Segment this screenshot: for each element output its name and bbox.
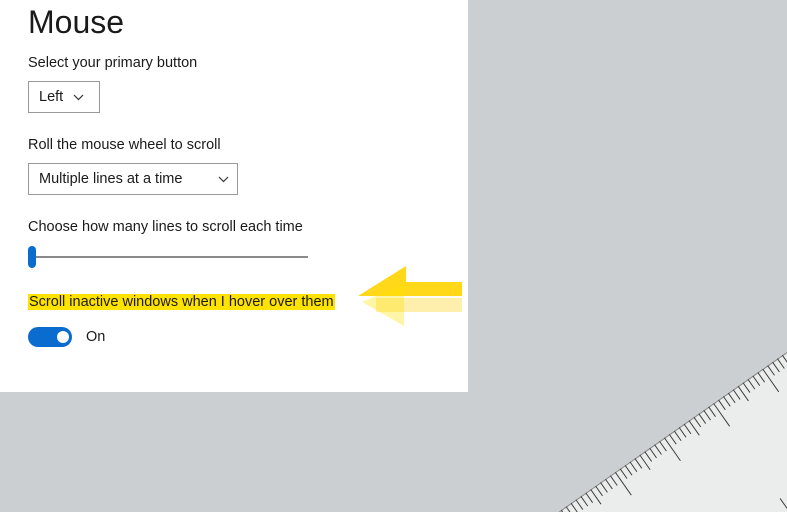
primary-button-block: Select your primary button Left xyxy=(28,55,440,113)
scroll-mode-value: Multiple lines at a time xyxy=(39,171,182,187)
chevron-down-icon xyxy=(73,94,84,101)
ruler-ticks-top xyxy=(418,0,787,512)
inactive-scroll-toggle[interactable] xyxy=(28,327,72,347)
chevron-down-icon xyxy=(218,176,229,183)
scroll-mode-label: Roll the mouse wheel to scroll xyxy=(28,137,440,153)
mouse-settings-panel: Mouse Select your primary button Left Ro… xyxy=(0,0,468,392)
lines-label: Choose how many lines to scroll each tim… xyxy=(28,219,440,235)
page-title: Mouse xyxy=(28,4,440,41)
slider-thumb[interactable] xyxy=(28,246,36,268)
primary-button-select[interactable]: Left xyxy=(28,81,100,113)
inactive-scroll-label: Scroll inactive windows when I hover ove… xyxy=(28,294,335,310)
ruler-ticks-bottom xyxy=(483,0,787,512)
primary-button-label: Select your primary button xyxy=(28,55,440,71)
scroll-mode-block: Roll the mouse wheel to scroll Multiple … xyxy=(28,137,440,195)
toggle-knob xyxy=(57,331,69,343)
inactive-scroll-block: Scroll inactive windows when I hover ove… xyxy=(28,293,440,347)
inactive-scroll-state: On xyxy=(86,329,105,345)
scroll-mode-select[interactable]: Multiple lines at a time xyxy=(28,163,238,195)
lines-block: Choose how many lines to scroll each tim… xyxy=(28,219,440,269)
screen-ruler[interactable]: 35° xyxy=(418,0,787,512)
ruler-body xyxy=(418,0,787,512)
slider-track xyxy=(28,256,308,258)
lines-slider[interactable] xyxy=(28,245,308,269)
primary-button-value: Left xyxy=(39,89,63,105)
